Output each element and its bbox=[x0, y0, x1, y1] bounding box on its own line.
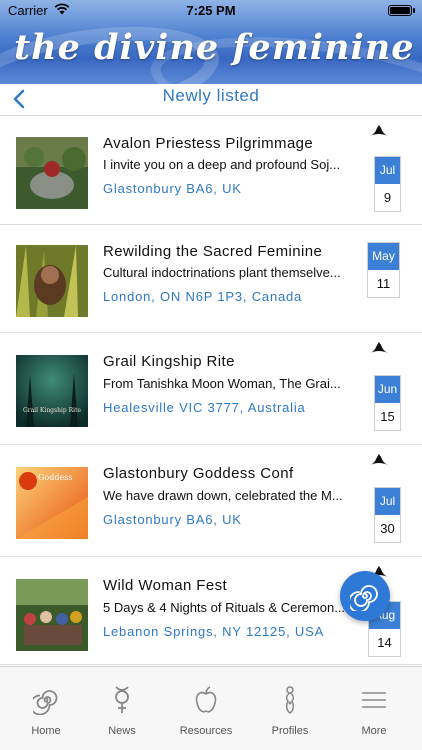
event-day: 11 bbox=[376, 276, 391, 291]
event-location[interactable]: Lebanon Springs, NY 12125, USA bbox=[103, 624, 324, 639]
witch-hat-icon bbox=[370, 342, 388, 353]
spiral-icon bbox=[33, 690, 58, 715]
battery-icon bbox=[388, 5, 415, 16]
event-thumbnail bbox=[16, 579, 88, 651]
event-date: Jul 30 bbox=[374, 487, 401, 543]
thumbnail-caption: Grail Kingship Rite bbox=[22, 407, 82, 414]
event-description: 5 Days & 4 Nights of Rituals & Ceremon..… bbox=[103, 600, 346, 615]
event-description: Cultural indoctrinations plant themselve… bbox=[103, 265, 341, 280]
event-month: Jul bbox=[375, 157, 400, 184]
tab-label: Home bbox=[31, 725, 61, 737]
tab-label: News bbox=[108, 725, 136, 737]
nav-bar: Newly listed bbox=[0, 84, 422, 116]
spiral-icon bbox=[350, 585, 378, 611]
event-description: From Tanishka Moon Woman, The Grai... bbox=[103, 376, 341, 391]
event-location[interactable]: Glastonbury BA6, UK bbox=[103, 512, 242, 527]
event-thumbnail bbox=[16, 245, 88, 317]
menu-lines-icon bbox=[362, 692, 386, 708]
event-description: I invite you on a deep and profound Soj.… bbox=[103, 157, 341, 172]
event-location[interactable]: London, ON N6P 1P3, Canada bbox=[103, 289, 302, 304]
tab-resources[interactable]: Resources bbox=[164, 667, 248, 750]
event-row[interactable]: Rewilding the Sacred Feminine Cultural i… bbox=[0, 225, 422, 333]
witch-hat-icon bbox=[370, 454, 388, 465]
event-title: Glastonbury Goddess Conf bbox=[103, 465, 294, 482]
tab-profiles[interactable]: Profiles bbox=[248, 667, 332, 750]
status-bar: Carrier 7:25 PM bbox=[0, 0, 422, 22]
event-day: 9 bbox=[383, 190, 392, 205]
banner-title: the divine feminine app bbox=[14, 27, 422, 68]
thumbnail-caption: Goddess bbox=[38, 473, 73, 482]
event-month: May bbox=[368, 243, 399, 270]
event-month: Jul bbox=[375, 488, 400, 515]
spiral-fab-button[interactable] bbox=[340, 571, 390, 621]
event-location[interactable]: Healesville VIC 3777, Australia bbox=[103, 400, 306, 415]
tab-home[interactable]: Home bbox=[4, 667, 88, 750]
event-day: 15 bbox=[380, 409, 395, 424]
event-thumbnail: Grail Kingship Rite bbox=[16, 355, 88, 427]
event-date: May 11 bbox=[367, 242, 400, 298]
event-title: Wild Woman Fest bbox=[103, 577, 228, 594]
event-row[interactable]: Grail Kingship Rite Grail Kingship Rite … bbox=[0, 333, 422, 445]
event-thumbnail bbox=[16, 137, 88, 209]
page-title: Newly listed bbox=[162, 86, 260, 105]
tab-label: Profiles bbox=[271, 725, 309, 737]
status-time: 7:25 PM bbox=[186, 3, 236, 18]
tab-news[interactable]: News bbox=[80, 667, 164, 750]
event-description: We have drawn down, celebrated the M... bbox=[103, 488, 343, 503]
event-row[interactable]: Avalon Priestess Pilgrimmage I invite yo… bbox=[0, 117, 422, 225]
event-date: Jul 9 bbox=[374, 156, 401, 212]
event-title: Avalon Priestess Pilgrimmage bbox=[103, 135, 314, 152]
venus-mercury-icon bbox=[115, 686, 129, 713]
event-title: Rewilding the Sacred Feminine bbox=[103, 243, 323, 260]
event-title: Grail Kingship Rite bbox=[103, 353, 235, 370]
goddess-figure-icon bbox=[285, 686, 295, 714]
apple-icon bbox=[195, 686, 217, 713]
event-date: Jun 15 bbox=[374, 375, 401, 431]
event-thumbnail: Goddess bbox=[16, 467, 88, 539]
app-header: Carrier 7:25 PM the divine feminine app bbox=[0, 0, 422, 84]
tab-bar: Home News Resources Profiles More bbox=[0, 666, 422, 750]
event-row[interactable]: Goddess Glastonbury Goddess Conf We have… bbox=[0, 445, 422, 557]
event-month: Jun bbox=[375, 376, 400, 403]
event-day: 30 bbox=[380, 521, 395, 536]
event-day: 14 bbox=[377, 635, 392, 650]
tab-more[interactable]: More bbox=[332, 667, 416, 750]
event-location[interactable]: Glastonbury BA6, UK bbox=[103, 181, 242, 196]
tab-label: More bbox=[361, 725, 387, 737]
witch-hat-icon bbox=[370, 125, 388, 136]
tab-label: Resources bbox=[179, 725, 233, 737]
